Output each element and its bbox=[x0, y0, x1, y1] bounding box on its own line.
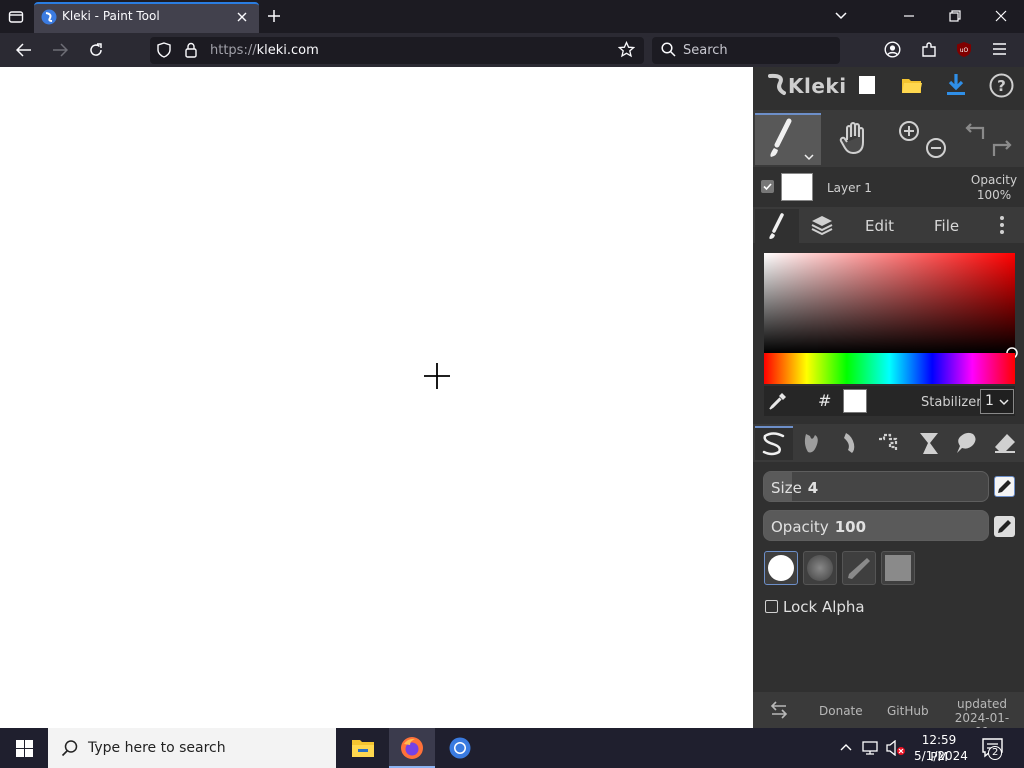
brush-type-smudge-icon[interactable] bbox=[953, 430, 979, 456]
size-pressure-toggle[interactable] bbox=[994, 476, 1015, 497]
shape-square-button[interactable] bbox=[881, 551, 915, 585]
eyedropper-icon[interactable] bbox=[768, 391, 788, 411]
drawing-canvas[interactable] bbox=[0, 67, 753, 728]
reload-icon[interactable] bbox=[88, 42, 104, 58]
tab-edit[interactable]: Edit bbox=[865, 217, 894, 235]
updated-line1: updated bbox=[957, 697, 1007, 711]
shape-round-button[interactable] bbox=[764, 551, 798, 585]
tab-brush[interactable] bbox=[755, 209, 799, 243]
firefox-icon bbox=[400, 736, 424, 760]
volume-muted-icon[interactable] bbox=[886, 740, 906, 756]
svg-text:?: ? bbox=[997, 77, 1006, 95]
restore-icon[interactable] bbox=[949, 10, 961, 22]
hex-input-button[interactable]: # bbox=[818, 391, 831, 410]
minimize-icon[interactable] bbox=[903, 10, 915, 22]
forward-arrow-icon[interactable] bbox=[52, 43, 68, 57]
tab-overview-icon[interactable] bbox=[8, 9, 24, 25]
taskbar-search-placeholder: Type here to search bbox=[88, 740, 226, 756]
bookmark-star-icon[interactable] bbox=[618, 41, 635, 58]
brush-type-sketchy-icon[interactable] bbox=[838, 430, 862, 456]
browser-search-bar[interactable] bbox=[652, 37, 840, 64]
shape-soft-button[interactable] bbox=[803, 551, 837, 585]
account-icon[interactable] bbox=[884, 41, 901, 58]
crosshair-cursor-icon bbox=[424, 363, 450, 389]
new-image-icon[interactable] bbox=[858, 75, 876, 95]
brush-type-pixel-icon[interactable] bbox=[876, 431, 902, 455]
lock-icon[interactable] bbox=[185, 42, 197, 58]
layer-opacity-value: 100% bbox=[976, 188, 1012, 202]
stabilizer-value: 1 bbox=[985, 393, 994, 409]
opacity-label: Opacity bbox=[771, 518, 829, 536]
layer-opacity: Opacity 100% bbox=[966, 173, 1022, 203]
menu-hamburger-icon[interactable] bbox=[992, 42, 1007, 56]
chrome-icon[interactable] bbox=[449, 737, 471, 759]
donate-link[interactable]: Donate bbox=[819, 704, 863, 718]
undo-icon[interactable] bbox=[965, 121, 987, 141]
close-tab-icon[interactable] bbox=[236, 11, 248, 23]
kleki-logo-icon bbox=[766, 73, 788, 97]
windows-start-icon[interactable] bbox=[16, 740, 33, 757]
chevron-down-icon bbox=[999, 398, 1009, 406]
url-protocol: https:// bbox=[210, 43, 257, 58]
swap-panel-side-icon[interactable] bbox=[769, 701, 789, 719]
size-value: 4 bbox=[807, 479, 819, 497]
network-icon[interactable] bbox=[862, 740, 880, 756]
layer-name: Layer 1 bbox=[827, 181, 872, 195]
hue-slider[interactable] bbox=[764, 353, 1015, 384]
url-text[interactable]: https://kleki.com bbox=[210, 43, 319, 58]
kleki-logo-text: Kleki bbox=[788, 74, 847, 98]
lock-alpha-label[interactable]: Lock Alpha bbox=[783, 598, 865, 616]
brush-type-blend-icon[interactable] bbox=[800, 430, 824, 456]
kleki-favicon-icon bbox=[41, 9, 57, 25]
stabilizer-label: Stabilizer bbox=[921, 395, 982, 410]
current-color-swatch[interactable] bbox=[843, 389, 867, 413]
extensions-icon[interactable] bbox=[921, 41, 937, 58]
new-tab-icon[interactable] bbox=[267, 9, 281, 23]
brush-type-chemy-icon[interactable] bbox=[917, 430, 941, 456]
url-host: kleki.com bbox=[256, 43, 319, 58]
opacity-value: 100 bbox=[834, 518, 867, 536]
lock-alpha-checkbox[interactable] bbox=[765, 600, 778, 613]
size-slider-text: Size 4 bbox=[771, 479, 818, 497]
svg-text:uO: uO bbox=[960, 47, 969, 54]
file-explorer-icon[interactable] bbox=[351, 737, 375, 759]
download-icon[interactable] bbox=[945, 73, 967, 97]
shield-icon[interactable] bbox=[157, 42, 171, 58]
list-tabs-chevron-icon[interactable] bbox=[834, 10, 848, 22]
redo-icon[interactable] bbox=[990, 138, 1014, 158]
hand-tool-icon[interactable] bbox=[838, 122, 870, 156]
color-saturation-value-picker[interactable] bbox=[764, 253, 1015, 353]
brush-tool-button[interactable] bbox=[755, 113, 821, 165]
layer-visibility-checkbox[interactable] bbox=[761, 180, 774, 193]
github-link[interactable]: GitHub bbox=[887, 704, 929, 718]
size-label: Size bbox=[771, 479, 802, 497]
back-arrow-icon[interactable] bbox=[16, 43, 32, 57]
browser-search-placeholder: Search bbox=[683, 43, 728, 58]
shape-chisel-button[interactable] bbox=[842, 551, 876, 585]
open-folder-icon[interactable] bbox=[901, 75, 923, 95]
brush-type-eraser-icon[interactable] bbox=[993, 432, 1017, 454]
opacity-slider-text: Opacity 100 bbox=[771, 518, 866, 536]
tab-layers-icon[interactable] bbox=[810, 214, 834, 236]
show-hidden-icons-chevron-icon[interactable] bbox=[840, 742, 852, 752]
notification-count: 2 bbox=[992, 747, 999, 758]
layer-opacity-label: Opacity bbox=[970, 173, 1018, 187]
opacity-pressure-toggle[interactable] bbox=[994, 516, 1015, 537]
layer-thumbnail bbox=[781, 173, 813, 201]
more-options-icon[interactable] bbox=[999, 215, 1005, 235]
ublock-origin-icon[interactable]: uO bbox=[956, 41, 972, 58]
tab-title: Kleki - Paint Tool bbox=[62, 9, 160, 23]
zoom-in-icon[interactable] bbox=[898, 120, 920, 142]
close-window-icon[interactable] bbox=[995, 10, 1007, 22]
help-icon[interactable]: ? bbox=[989, 73, 1014, 98]
search-icon bbox=[661, 42, 676, 57]
brush-type-pen[interactable] bbox=[755, 426, 793, 460]
tab-file[interactable]: File bbox=[934, 217, 959, 235]
taskbar-search-icon bbox=[61, 739, 79, 757]
zoom-out-icon[interactable] bbox=[925, 137, 947, 159]
clock-date[interactable]: 5/1/2024 bbox=[914, 749, 968, 763]
